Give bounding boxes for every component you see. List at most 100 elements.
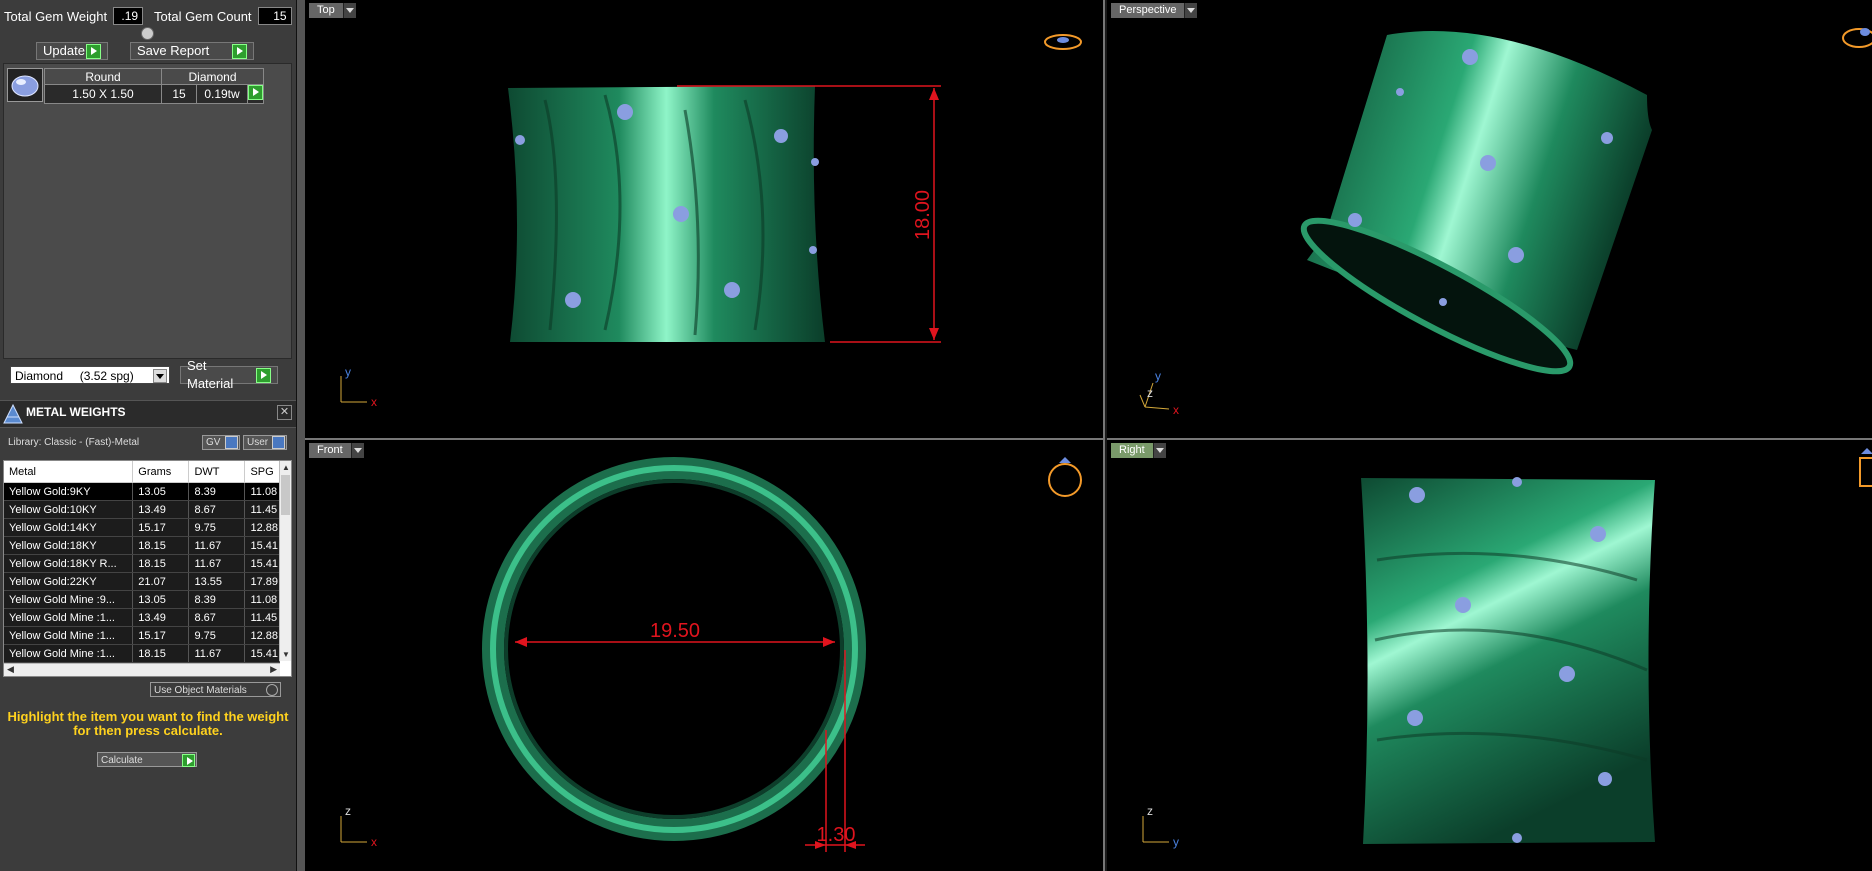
gem	[1598, 772, 1612, 786]
scroll-right-icon[interactable]: ▶	[270, 664, 277, 675]
table-row[interactable]: Yellow Gold Mine :1... 13.49 8.67 11.45	[4, 608, 280, 627]
hint-line-2: for then press calculate.	[73, 723, 223, 738]
material-select[interactable]: Diamond (3.52 spg)	[10, 366, 170, 384]
gem	[1480, 155, 1496, 171]
table-row[interactable]: Yellow Gold:22KY 21.07 13.55 17.89	[4, 572, 280, 591]
toggle-indicator-icon	[225, 436, 238, 449]
viewport-top[interactable]: 18.00 y x Top	[305, 0, 1105, 440]
gem	[1601, 132, 1613, 144]
table-row[interactable]: Yellow Gold Mine :9... 13.05 8.39 11.08	[4, 590, 280, 609]
ring-view-icon[interactable]	[1048, 457, 1082, 497]
axis-z-label: z	[1147, 386, 1153, 400]
viewport-label-top[interactable]: Top	[309, 3, 356, 18]
metal-name-cell: Yellow Gold Mine :1...	[4, 644, 134, 663]
scroll-up-icon[interactable]: ▲	[282, 463, 290, 472]
dimension-arrow	[823, 637, 835, 647]
library-label: Library: Classic - (Fast)-Metal	[8, 437, 140, 448]
viewport-name: Top	[309, 3, 343, 18]
viewport-label-right[interactable]: Right	[1111, 443, 1166, 458]
ring-view-icon[interactable]	[1842, 28, 1872, 48]
column-header-metal[interactable]: Metal	[4, 461, 134, 483]
spg-cell: 15.41	[244, 536, 280, 555]
chevron-down-icon[interactable]	[350, 443, 364, 458]
gem	[1396, 88, 1404, 96]
gem	[1348, 213, 1362, 227]
user-toggle[interactable]: User	[243, 435, 287, 450]
viewport-name: Perspective	[1111, 3, 1185, 18]
viewport-right[interactable]: z y Right	[1107, 440, 1872, 871]
dwt-cell: 13.55	[188, 572, 246, 591]
viewport-label-front[interactable]: Front	[309, 443, 364, 458]
gem-row-go[interactable]	[247, 84, 264, 104]
ring-view-icon[interactable]	[1859, 448, 1872, 487]
axis-y-label: y	[1173, 835, 1179, 849]
gem	[1462, 49, 1478, 65]
go-arrow-icon	[248, 85, 263, 100]
gem	[617, 104, 633, 120]
column-header-dwt[interactable]: DWT	[188, 461, 246, 483]
update-button[interactable]: Update	[36, 42, 108, 60]
panel-divider[interactable]	[297, 0, 305, 871]
gem-shape-header: Round	[44, 68, 162, 85]
table-row[interactable]: Yellow Gold:9KY 13.05 8.39 11.08	[4, 482, 280, 501]
gem-thumbnail[interactable]	[7, 68, 43, 102]
calculate-label: Calculate	[101, 755, 143, 766]
chevron-down-icon[interactable]	[1184, 3, 1198, 18]
gem-weight-row: Total Gem Weight .19	[4, 7, 144, 25]
metal-weights-table[interactable]: Metal Grams DWT SPG Yellow Gold:9KY 13.05…	[3, 460, 292, 677]
gem	[774, 129, 788, 143]
set-material-button[interactable]: Set Material	[180, 358, 278, 391]
spg-cell: 11.08	[244, 590, 280, 609]
set-material-label: Set Material	[187, 358, 234, 391]
collapse-handle[interactable]	[141, 27, 154, 40]
use-object-materials-toggle[interactable]: Use Object Materials	[150, 682, 281, 697]
gv-toggle[interactable]: GV	[202, 435, 240, 450]
gem	[1512, 833, 1522, 843]
chevron-down-icon[interactable]	[342, 3, 356, 18]
metal-name-cell: Yellow Gold Mine :1...	[4, 626, 134, 645]
table-row[interactable]: Yellow Gold:10KY 13.49 8.67 11.45	[4, 500, 280, 519]
ring-inner-edge	[504, 479, 844, 819]
chevron-down-icon[interactable]	[1152, 443, 1166, 458]
scroll-down-icon[interactable]: ▼	[282, 650, 290, 659]
ring-view-icon[interactable]	[1044, 34, 1082, 50]
calculate-button[interactable]: Calculate	[97, 752, 197, 767]
height-dimension-label: 18.00	[912, 190, 934, 240]
gem-row[interactable]: 1.50 X 1.50 15 0.19tw	[44, 84, 264, 104]
viewport-perspective[interactable]: y x z Perspective	[1107, 0, 1872, 440]
gem	[811, 158, 819, 166]
spg-cell: 11.45	[244, 500, 280, 519]
go-arrow-icon	[86, 43, 101, 59]
column-header-grams[interactable]: Grams	[132, 461, 190, 483]
scroll-thumb[interactable]	[281, 475, 290, 515]
total-gem-weight-value: .19	[113, 7, 144, 25]
grams-cell: 18.15	[132, 644, 190, 663]
gem	[1512, 477, 1522, 487]
hint-line-1: Highlight the item you want to find the …	[7, 709, 289, 724]
right-view-canvas: z y	[1142, 448, 1872, 849]
go-arrow-icon	[256, 367, 271, 383]
gem	[515, 135, 525, 145]
horizontal-scrollbar[interactable]: ◀ ▶	[4, 663, 280, 676]
spg-cell: 11.45	[244, 608, 280, 627]
table-row[interactable]: Yellow Gold:18KY R... 18.15 11.67 15.41	[4, 554, 280, 573]
viewport-label-perspective[interactable]: Perspective	[1111, 3, 1198, 18]
viewport-name: Right	[1111, 443, 1153, 458]
close-icon[interactable]: ✕	[277, 405, 292, 420]
chevron-down-icon	[153, 369, 167, 383]
gem	[809, 246, 817, 254]
column-header-spg[interactable]: SPG	[244, 461, 280, 483]
table-row[interactable]: Yellow Gold Mine :1...18.1511.6715.41	[4, 644, 280, 663]
perspective-view-canvas: y x z	[1139, 28, 1872, 417]
table-row[interactable]: Yellow Gold Mine :1... 15.17 9.75 12.88	[4, 626, 280, 645]
vertical-scrollbar[interactable]: ▲ ▼	[279, 461, 291, 661]
viewport-front[interactable]: 19.50 1.30 z x Front	[305, 440, 1105, 871]
ring-band	[1361, 478, 1655, 844]
scroll-left-icon[interactable]: ◀	[7, 664, 14, 675]
table-row[interactable]: Yellow Gold:14KY 15.17 9.75 12.88	[4, 518, 280, 537]
save-report-label: Save Report	[137, 43, 210, 58]
save-report-button[interactable]: Save Report	[130, 42, 254, 60]
metal-name-cell: Yellow Gold Mine :9...	[4, 590, 134, 609]
gem	[1409, 487, 1425, 503]
table-row[interactable]: Yellow Gold:18KY 18.15 11.67 15.41	[4, 536, 280, 555]
